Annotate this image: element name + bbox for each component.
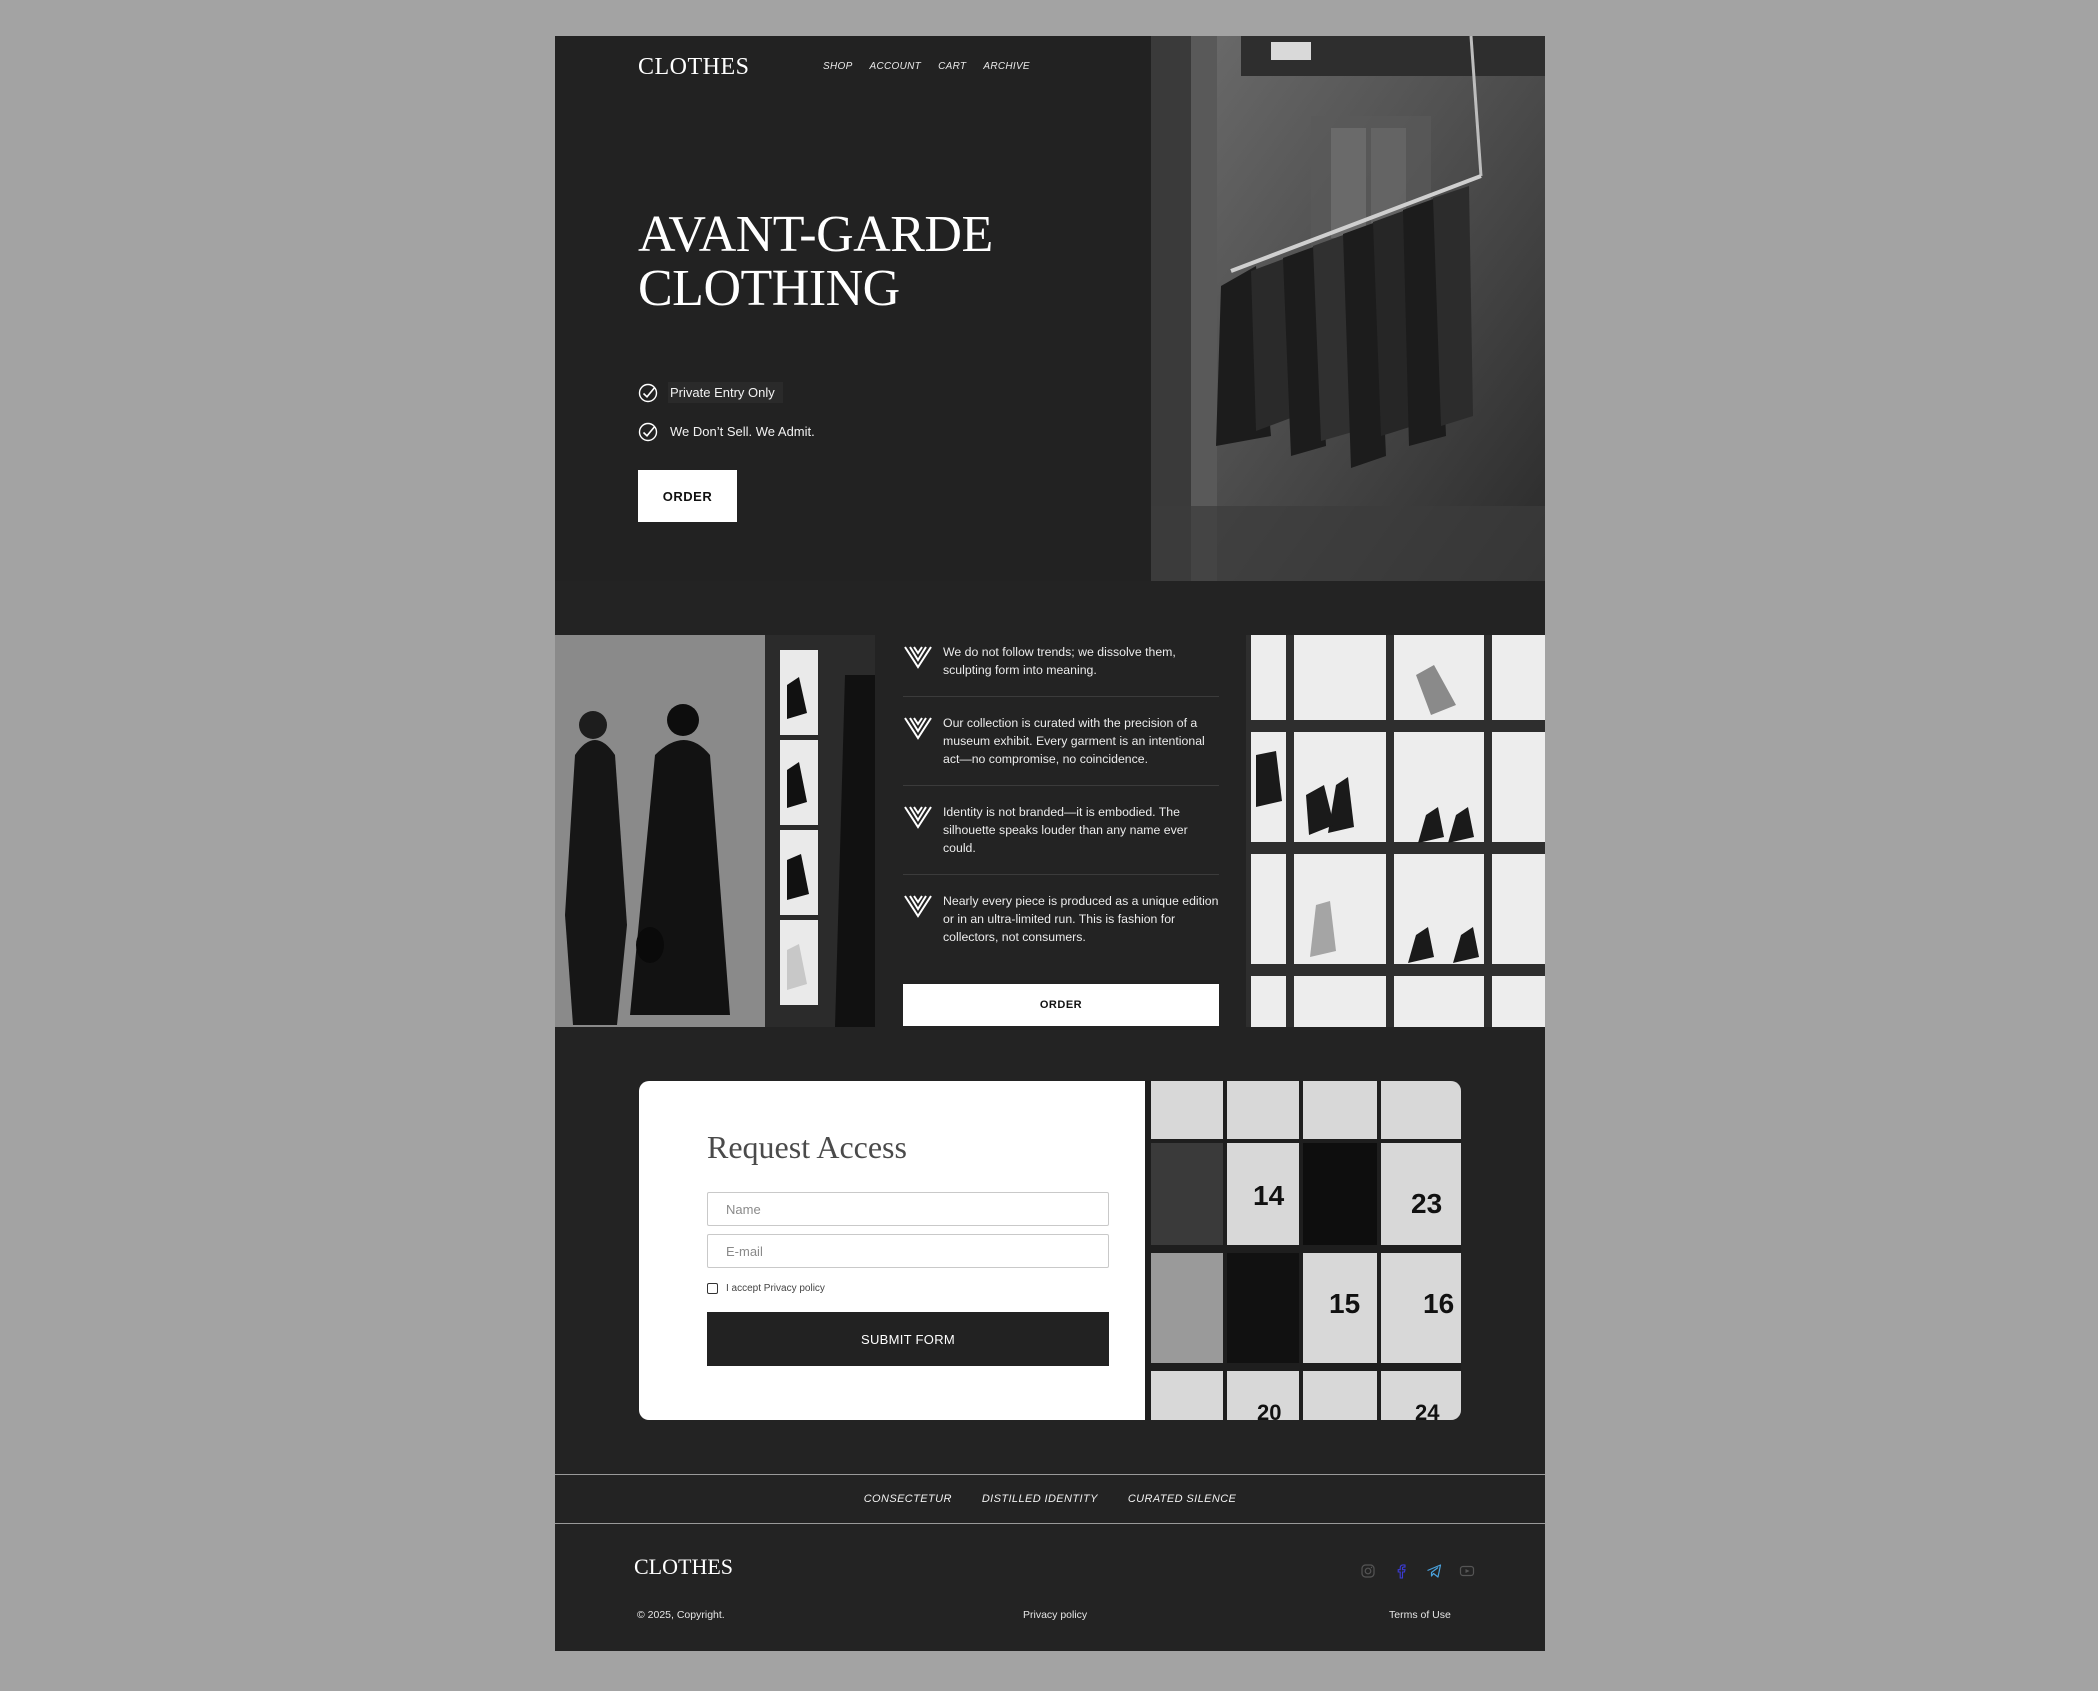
- main-nav: SHOP ACCOUNT CART ARCHIVE: [823, 61, 1047, 72]
- name-input[interactable]: Name: [707, 1192, 1109, 1226]
- landing-page: CLOTHES SHOP ACCOUNT CART ARCHIVE AVANT-…: [555, 36, 1545, 1651]
- lockers-photo: 14 23 15 16 20 24: [1145, 1081, 1461, 1420]
- brand-mark-icon: [904, 717, 932, 740]
- manifesto-text: Nearly every piece is produced as a uniq…: [943, 894, 1219, 944]
- manifesto-item: We do not follow trends; we dissolve the…: [903, 635, 1219, 697]
- form-title: Request Access: [707, 1129, 907, 1165]
- footer-logo[interactable]: CLOTHES: [634, 1554, 733, 1580]
- ticker-item: CURATED SILENCE: [1127, 1493, 1237, 1505]
- hero-section: CLOTHES SHOP ACCOUNT CART ARCHIVE AVANT-…: [555, 36, 1545, 581]
- locker-number: 15: [1329, 1288, 1360, 1319]
- nav-item-shop[interactable]: SHOP: [823, 61, 853, 72]
- nav-item-cart[interactable]: CART: [938, 61, 966, 72]
- brand-mark-icon: [904, 646, 932, 669]
- ticker-item: DISTILLED IDENTITY: [981, 1493, 1098, 1505]
- manifesto-order-button[interactable]: ORDER: [903, 984, 1219, 1026]
- locker-number: 14: [1253, 1180, 1285, 1211]
- email-input[interactable]: E-mail: [707, 1234, 1109, 1268]
- telegram-icon[interactable]: [1426, 1563, 1442, 1579]
- terms-of-use-link[interactable]: Terms of Use: [1389, 1609, 1451, 1621]
- manifesto-text: We do not follow trends; we dissolve the…: [943, 645, 1176, 677]
- request-access-card: Request Access Name E-mail I accept Priv…: [639, 1081, 1461, 1420]
- nav-item-archive[interactable]: ARCHIVE: [983, 61, 1030, 72]
- manifesto-item: Our collection is curated with the preci…: [903, 697, 1219, 786]
- feature-label: We Don’t Sell. We Admit.: [670, 424, 815, 439]
- hero-title-line2: CLOTHING: [638, 260, 900, 317]
- instagram-icon[interactable]: [1360, 1563, 1376, 1579]
- copyright-text: © 2025, Copyright.: [637, 1609, 725, 1621]
- hero-title: AVANT-GARDE CLOTHING: [638, 208, 993, 316]
- hero-order-button[interactable]: ORDER: [638, 470, 737, 522]
- social-links: [1360, 1563, 1475, 1579]
- manifesto-section: We do not follow trends; we dissolve the…: [555, 635, 1545, 1027]
- feature-we-admit: We Don’t Sell. We Admit.: [638, 421, 823, 442]
- brand-mark-icon: [904, 895, 932, 918]
- brand-logo[interactable]: CLOTHES: [638, 54, 750, 81]
- models-photo: [555, 635, 875, 1027]
- facebook-icon[interactable]: [1393, 1563, 1409, 1579]
- submit-form-button[interactable]: SUBMIT FORM: [707, 1312, 1109, 1366]
- manifesto-list: We do not follow trends; we dissolve the…: [903, 635, 1219, 963]
- privacy-checkbox[interactable]: [707, 1283, 718, 1294]
- privacy-consent-label: I accept Privacy policy: [726, 1283, 825, 1294]
- boots-shelf-photo: [1246, 635, 1545, 1027]
- clothing-rack-photo: [1151, 36, 1545, 581]
- locker-number: 16: [1423, 1288, 1454, 1319]
- brand-mark-icon: [904, 806, 932, 829]
- youtube-icon[interactable]: [1459, 1563, 1475, 1579]
- tagline-ticker: CONSECTETUR DISTILLED IDENTITY CURATED S…: [555, 1474, 1545, 1524]
- nav-item-account[interactable]: ACCOUNT: [870, 61, 922, 72]
- locker-number: 20: [1257, 1400, 1281, 1420]
- manifesto-text: Our collection is curated with the preci…: [943, 716, 1205, 766]
- locker-number: 24: [1415, 1400, 1440, 1420]
- privacy-consent[interactable]: I accept Privacy policy: [707, 1283, 825, 1294]
- check-circle-icon: [638, 383, 658, 402]
- hero-title-line1: AVANT-GARDE: [638, 206, 993, 263]
- manifesto-item: Nearly every piece is produced as a uniq…: [903, 875, 1219, 963]
- manifesto-text: Identity is not branded—it is embodied. …: [943, 805, 1188, 855]
- check-circle-icon: [638, 422, 658, 441]
- ticker-item: CONSECTETUR: [863, 1493, 952, 1505]
- privacy-policy-link[interactable]: Privacy policy: [1023, 1609, 1087, 1621]
- manifesto-item: Identity is not branded—it is embodied. …: [903, 786, 1219, 875]
- feature-label: Private Entry Only: [668, 382, 783, 403]
- feature-private-entry: Private Entry Only: [638, 382, 783, 403]
- locker-number: 23: [1411, 1188, 1442, 1219]
